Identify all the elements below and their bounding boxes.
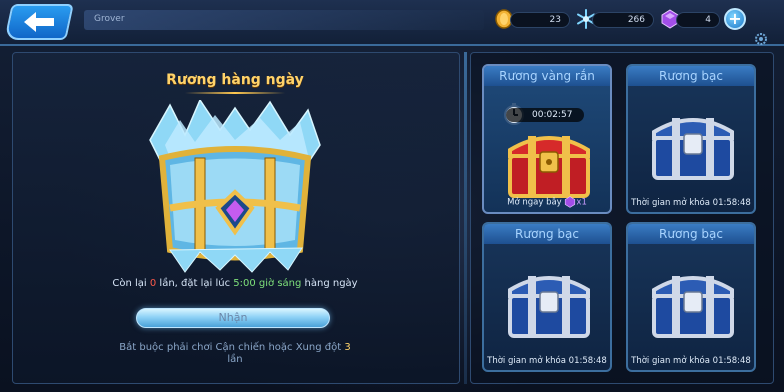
chest-slot-gold[interactable]: Rương vàng rắn 00:02:57 Mở ngay bây x1 xyxy=(482,64,612,214)
reset-time: 5:00 giờ sáng xyxy=(233,278,302,289)
remaining-suffix: hàng ngày xyxy=(301,278,358,289)
chest-slot-title: Rương vàng rắn xyxy=(484,66,610,86)
chest-slot-silver[interactable]: Rương bạc Thời gian mở khóa 01:58:48 xyxy=(482,222,612,372)
title-underline xyxy=(185,92,285,94)
requirement-text: Bắt buộc phải chơi Cận chiến hoặc Xung đ… xyxy=(100,342,370,366)
purple-gem-icon xyxy=(565,196,576,208)
claim-button[interactable]: Nhận xyxy=(136,308,330,328)
remaining-mid: lần, đặt lại lúc xyxy=(156,278,234,289)
requirement-prefix: Bắt buộc phải chơi Cận chiến hoặc Xung đ… xyxy=(119,342,345,353)
top-bar: Grover 23 266 4 + xyxy=(0,0,784,46)
chest-slot-title: Rương bạc xyxy=(484,224,610,244)
chest-slot-silver[interactable]: Rương bạc Thời gian mở khóa 01:58:48 xyxy=(626,222,756,372)
gear-icon[interactable] xyxy=(754,32,768,46)
unlock-time: Thời gian mở khóa 01:58:48 xyxy=(487,356,607,366)
chest-slot-title: Rương bạc xyxy=(628,66,754,86)
daily-ice-chest-image xyxy=(149,100,321,273)
daily-chest-title: Rương hàng ngày xyxy=(166,72,304,88)
unlock-time: Thời gian mở khóa 01:58:48 xyxy=(631,198,751,208)
crystal-amount: 266 xyxy=(592,12,654,28)
chest-timer: 00:02:57 xyxy=(506,108,584,122)
gem-amount: 4 xyxy=(676,12,720,28)
remaining-prefix: Còn lại xyxy=(112,278,150,289)
unlock-time: Thời gian mở khóa 01:58:48 xyxy=(631,356,751,366)
chest-slot-silver[interactable]: Rương bạc Thời gian mở khóa 01:58:48 xyxy=(626,64,756,214)
back-arrow-icon xyxy=(24,12,54,32)
player-name: Grover xyxy=(84,10,484,30)
reset-info: Còn lại 0 lần, đặt lại lúc 5:00 giờ sáng… xyxy=(40,278,430,289)
back-button[interactable] xyxy=(4,4,74,40)
silver-chest-image xyxy=(508,276,590,338)
open-cost: x1 xyxy=(576,197,587,208)
gold-amount: 23 xyxy=(510,12,570,28)
requirement-count: 3 xyxy=(344,342,351,353)
gold-chest-image xyxy=(508,136,590,198)
add-currency-button[interactable]: + xyxy=(724,8,746,30)
open-now-text: Mở ngay bây xyxy=(507,197,562,208)
silver-chest-image xyxy=(652,276,734,338)
requirement-unit: lần xyxy=(227,354,243,365)
chest-slot-title: Rương bạc xyxy=(628,224,754,244)
silver-chest-image xyxy=(652,118,734,180)
plus-icon: + xyxy=(728,9,742,28)
panel-divider xyxy=(464,52,467,384)
open-now-label: Mở ngay bây x1 xyxy=(484,196,610,208)
